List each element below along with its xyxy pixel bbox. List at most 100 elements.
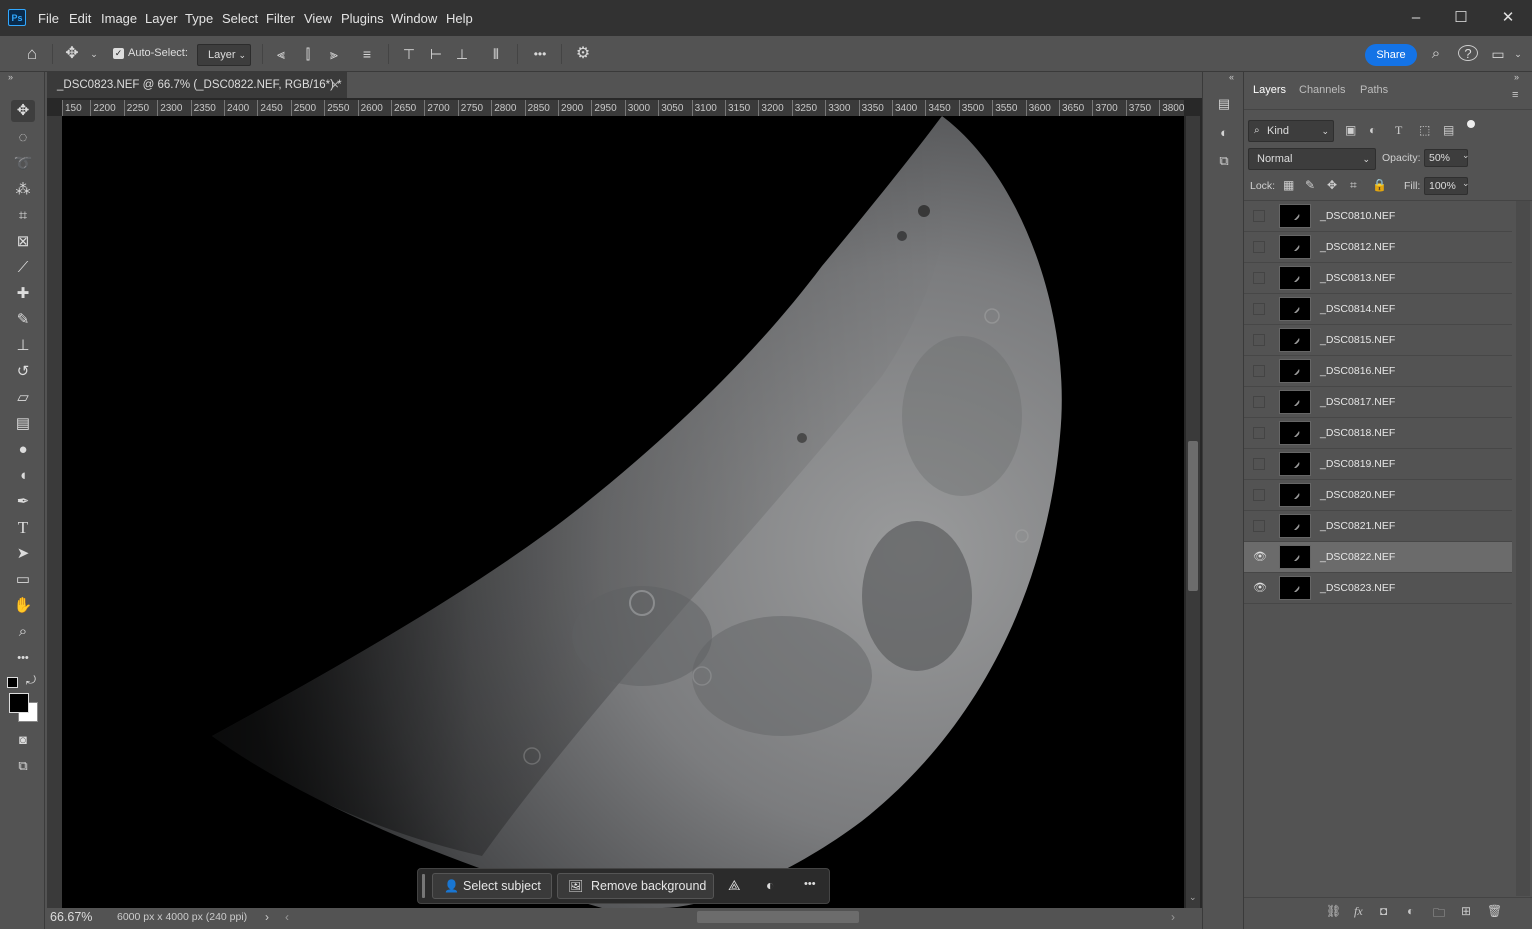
chevron-right-icon[interactable]: ›	[265, 910, 269, 924]
marquee-tool-icon[interactable]: ◌	[11, 127, 35, 149]
brush-tool-icon[interactable]: ✎	[11, 309, 35, 331]
adjustment-icon[interactable]: ◐	[766, 877, 774, 893]
minimize-button[interactable]: –	[1405, 7, 1427, 29]
filter-smart-object-icon[interactable]: ▤	[1443, 123, 1454, 137]
filter-pixel-icon[interactable]: ▣	[1345, 123, 1356, 137]
layer-thumbnail[interactable]	[1279, 452, 1311, 476]
layer-row[interactable]: _DSC0815.NEF	[1244, 325, 1512, 356]
eye-icon[interactable]: 👁	[1253, 550, 1267, 564]
vertical-scrollbar[interactable]: ⌄	[1186, 116, 1200, 908]
lock-paint-icon[interactable]: ✎	[1305, 178, 1315, 192]
menu-help[interactable]: Help	[446, 11, 473, 26]
select-subject-button[interactable]: 👤 Select subject	[432, 873, 552, 899]
align-left-icon[interactable]: ⫷	[272, 44, 290, 64]
screen-mode-icon[interactable]: ⧉	[11, 755, 35, 777]
filter-adjustment-icon[interactable]: ◐	[1369, 123, 1376, 137]
layer-row[interactable]: 👁 _DSC0822.NEF	[1244, 542, 1512, 573]
collapse-panel-icon[interactable]: »	[1514, 72, 1519, 82]
menu-view[interactable]: View	[304, 11, 332, 26]
default-colors-icon[interactable]	[7, 677, 18, 688]
lock-artboard-icon[interactable]: ⌗	[1350, 178, 1357, 193]
healing-brush-tool-icon[interactable]: ✚	[11, 283, 35, 305]
visibility-toggle[interactable]	[1253, 396, 1265, 408]
layer-row[interactable]: _DSC0820.NEF	[1244, 480, 1512, 511]
visibility-toggle[interactable]	[1253, 241, 1265, 253]
lock-position-icon[interactable]: ✥	[1327, 178, 1337, 192]
libraries-icon[interactable]: ▤	[1214, 94, 1234, 114]
layer-row[interactable]: _DSC0814.NEF	[1244, 294, 1512, 325]
layer-thumbnail[interactable]	[1279, 390, 1311, 414]
layer-thumbnail[interactable]	[1279, 545, 1311, 569]
visibility-toggle[interactable]	[1253, 272, 1265, 284]
document-tab[interactable]: _DSC0823.NEF @ 66.7% (_DSC0822.NEF, RGB/…	[47, 72, 347, 98]
close-icon[interactable]: ×	[331, 72, 339, 98]
maximize-button[interactable]: ☐	[1450, 7, 1472, 29]
vertical-scroll-thumb[interactable]	[1188, 441, 1198, 591]
history-brush-tool-icon[interactable]: ↺	[11, 361, 35, 383]
menu-image[interactable]: Image	[101, 11, 137, 26]
gradient-tool-icon[interactable]: ▤	[11, 413, 35, 435]
lock-all-icon[interactable]: 🔒	[1372, 178, 1387, 192]
remove-background-button[interactable]: 🖼 Remove background	[557, 873, 714, 899]
properties-icon[interactable]: ⧉	[1214, 151, 1234, 171]
add-mask-icon[interactable]: ◘	[1380, 904, 1387, 918]
gear-icon[interactable]: ⚙	[573, 44, 593, 64]
layer-row[interactable]: _DSC0817.NEF	[1244, 387, 1512, 418]
menu-plugins[interactable]: Plugins	[341, 11, 384, 26]
clone-stamp-tool-icon[interactable]: ⊥	[11, 335, 35, 357]
transform-icon[interactable]: ⟁	[728, 877, 741, 894]
move-tool-preset-icon[interactable]: ✥	[60, 44, 84, 64]
eyedropper-tool-icon[interactable]: ⟋	[11, 257, 35, 279]
menu-layer[interactable]: Layer	[145, 11, 178, 26]
eraser-tool-icon[interactable]: ▱	[11, 387, 35, 409]
adjustments-icon[interactable]: ◐	[1214, 123, 1234, 143]
layer-row[interactable]: _DSC0810.NEF	[1244, 201, 1512, 232]
tab-layers[interactable]: Layers	[1253, 84, 1286, 96]
distribute-horizontal-icon[interactable]: ⦀	[487, 44, 505, 64]
workspace-icon[interactable]: ▭	[1488, 44, 1508, 64]
align-top-icon[interactable]: ⊤	[400, 44, 418, 64]
move-tool-icon[interactable]: ✥	[11, 100, 35, 122]
scroll-right-icon[interactable]: ›	[1171, 910, 1175, 924]
new-layer-icon[interactable]: ⊞	[1461, 904, 1471, 918]
layer-row[interactable]: _DSC0813.NEF	[1244, 263, 1512, 294]
menu-edit[interactable]: Edit	[69, 11, 91, 26]
visibility-toggle[interactable]	[1253, 210, 1265, 222]
type-tool-icon[interactable]: T	[11, 517, 35, 539]
auto-select-target-dropdown[interactable]: Layer ⌄	[197, 44, 251, 66]
chevron-down-icon[interactable]: ⌄	[1462, 150, 1470, 161]
layer-thumbnail[interactable]	[1279, 204, 1311, 228]
swap-colors-icon[interactable]: ⤾	[26, 673, 36, 688]
drag-handle[interactable]	[422, 874, 425, 898]
layer-thumbnail[interactable]	[1279, 235, 1311, 259]
scroll-left-icon[interactable]: ‹	[285, 910, 289, 924]
foreground-color-swatch[interactable]	[9, 693, 29, 713]
filter-toggle-icon[interactable]	[1467, 120, 1475, 128]
align-center-icon[interactable]: ⫿	[299, 44, 317, 64]
visibility-toggle[interactable]	[1253, 365, 1265, 377]
layer-thumbnail[interactable]	[1279, 359, 1311, 383]
layer-thumbnail[interactable]	[1279, 421, 1311, 445]
chevron-down-icon[interactable]: ⌄	[1512, 44, 1524, 64]
lasso-tool-icon[interactable]: ➰	[11, 153, 35, 175]
align-bottom-icon[interactable]: ⊥	[453, 44, 471, 64]
canvas-image[interactable]	[62, 116, 1184, 908]
close-window-button[interactable]: ✕	[1497, 7, 1519, 29]
menu-filter[interactable]: Filter	[266, 11, 295, 26]
scroll-down-icon[interactable]: ⌄	[1189, 892, 1197, 903]
blend-mode-dropdown[interactable]: Normal ⌄	[1248, 148, 1376, 170]
chevron-down-icon[interactable]: ⌄	[1462, 178, 1470, 189]
new-adjustment-layer-icon[interactable]: ◐	[1407, 904, 1414, 918]
layer-row[interactable]: _DSC0818.NEF	[1244, 418, 1512, 449]
dodge-tool-icon[interactable]: ◖	[11, 465, 35, 487]
path-selection-tool-icon[interactable]: ➤	[11, 543, 35, 565]
more-options-icon[interactable]: •••	[529, 44, 551, 64]
layer-filter-dropdown[interactable]: ⌕ Kind ⌄	[1248, 120, 1334, 142]
share-button[interactable]: Share	[1365, 44, 1417, 66]
link-layers-icon[interactable]: ⛓	[1326, 904, 1341, 918]
frame-tool-icon[interactable]: ⊠	[11, 231, 35, 253]
blur-tool-icon[interactable]: ●	[11, 439, 35, 461]
lock-transparent-icon[interactable]: ▦	[1283, 178, 1294, 192]
align-middle-icon[interactable]: ⊢	[427, 44, 445, 64]
collapse-toolbar-icon[interactable]: »	[8, 72, 13, 82]
